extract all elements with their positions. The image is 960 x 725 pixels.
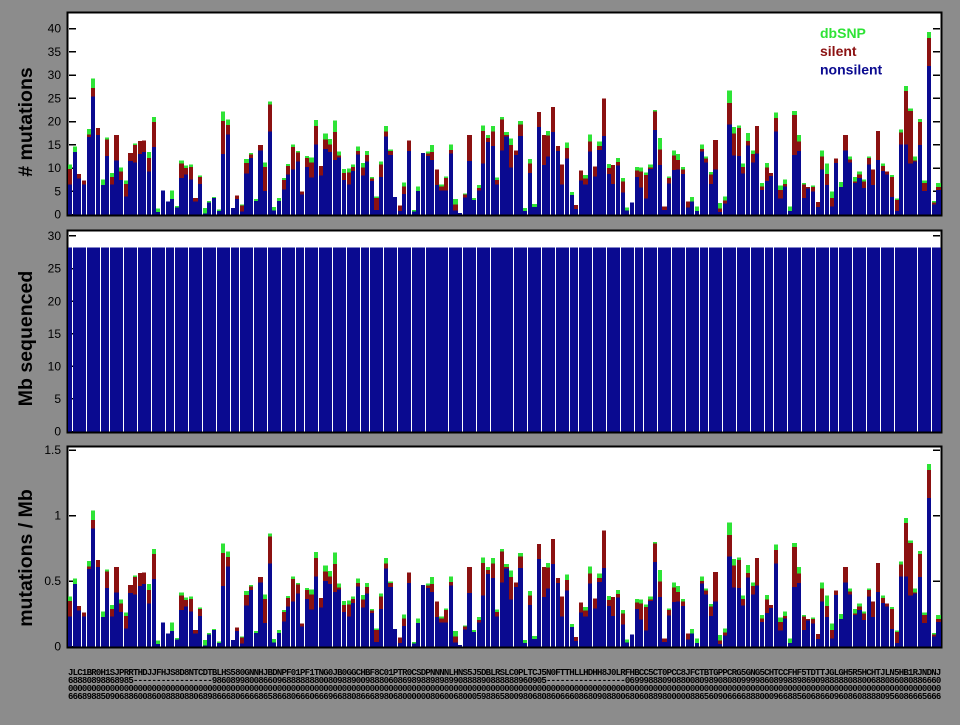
svg-text:silent: silent bbox=[820, 43, 857, 59]
svg-text:nonsilent: nonsilent bbox=[820, 62, 883, 78]
svg-text:20: 20 bbox=[48, 115, 62, 129]
svg-text:666898850906886008600888088068: 6668988509068860086008880880689866680666… bbox=[68, 692, 941, 702]
svg-text:# mutations: # mutations bbox=[15, 67, 37, 177]
svg-text:25: 25 bbox=[48, 262, 62, 276]
svg-text:15: 15 bbox=[48, 138, 62, 152]
svg-text:10: 10 bbox=[48, 360, 62, 374]
svg-text:0: 0 bbox=[54, 208, 61, 222]
svg-text:20: 20 bbox=[48, 294, 62, 308]
svg-text:0: 0 bbox=[54, 425, 61, 439]
svg-text:Mb sequenced: Mb sequenced bbox=[15, 271, 37, 406]
svg-text:25: 25 bbox=[48, 91, 62, 105]
svg-text:30: 30 bbox=[48, 68, 62, 82]
svg-text:10: 10 bbox=[48, 161, 62, 175]
svg-text:1: 1 bbox=[54, 509, 61, 523]
svg-text:dbSNP: dbSNP bbox=[820, 25, 866, 41]
svg-text:5: 5 bbox=[54, 392, 61, 406]
svg-text:1.5: 1.5 bbox=[44, 443, 61, 457]
svg-text:0.5: 0.5 bbox=[44, 574, 61, 588]
svg-text:mutations / Mb: mutations / Mb bbox=[15, 489, 37, 627]
svg-text:0: 0 bbox=[54, 640, 61, 654]
svg-text:40: 40 bbox=[48, 22, 62, 36]
svg-text:15: 15 bbox=[48, 327, 62, 341]
svg-text:35: 35 bbox=[48, 45, 62, 59]
svg-text:5: 5 bbox=[54, 184, 61, 198]
svg-text:30: 30 bbox=[48, 229, 62, 243]
